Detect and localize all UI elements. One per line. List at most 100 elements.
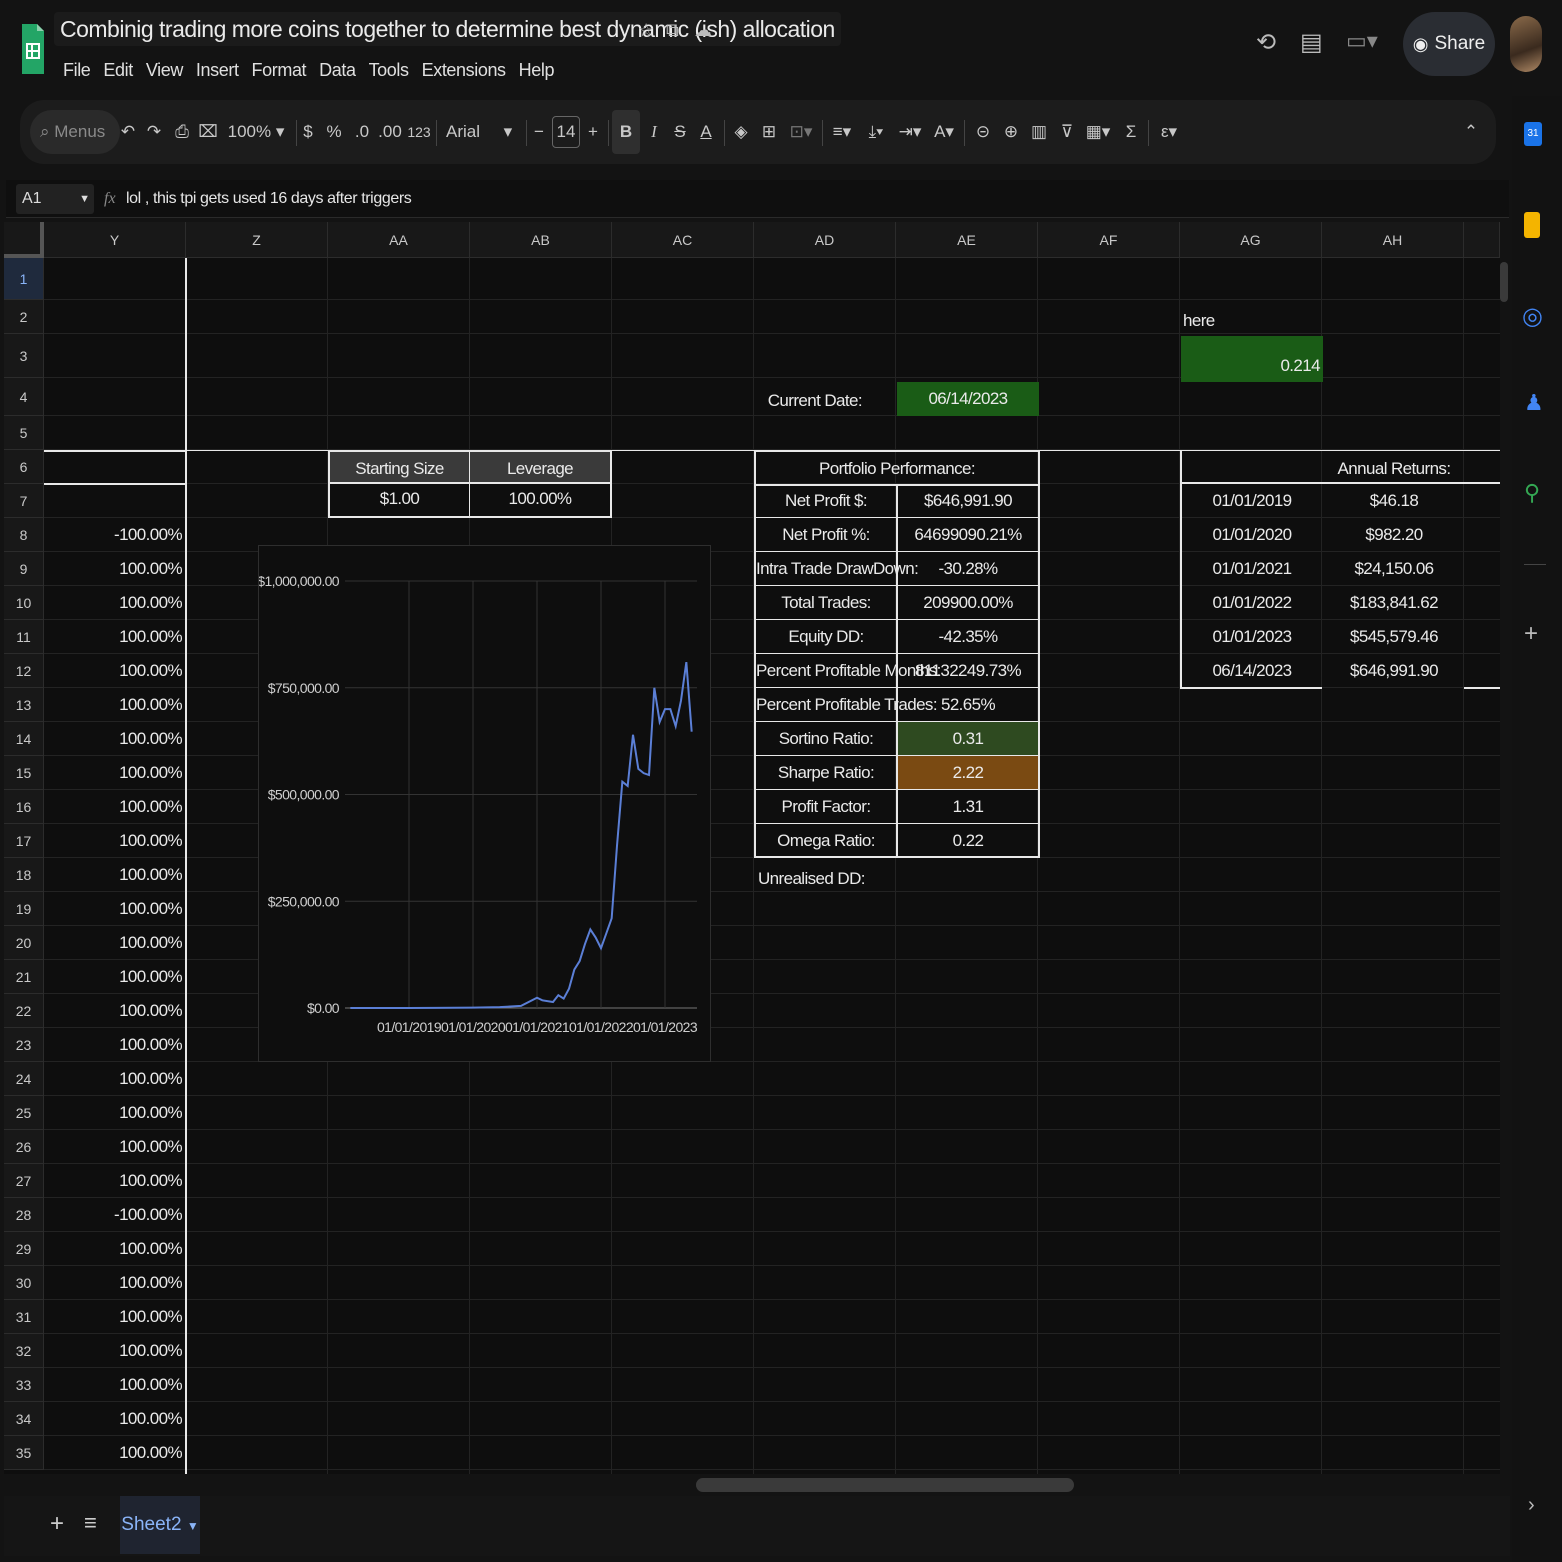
- merge-cells-icon[interactable]: ⊡▾: [784, 100, 818, 164]
- horizontal-scrollbar[interactable]: [696, 1478, 1074, 1492]
- expand-panel-icon[interactable]: ›: [1528, 1494, 1535, 1517]
- insert-link-icon[interactable]: ⊝: [970, 100, 996, 164]
- annual-value[interactable]: $24,150.06: [1324, 552, 1464, 586]
- y-cell[interactable]: 100.00%: [44, 1300, 185, 1334]
- annual-value[interactable]: $545,579.46: [1324, 620, 1464, 654]
- y-cell[interactable]: 100.00%: [44, 688, 185, 722]
- column-header[interactable]: AG: [1180, 222, 1322, 258]
- column-header[interactable]: AB: [470, 222, 612, 258]
- fill-color-icon[interactable]: ◈: [728, 100, 754, 164]
- y-cell[interactable]: -100.00%: [44, 518, 185, 552]
- avatar[interactable]: [1510, 16, 1542, 72]
- menu-extensions[interactable]: Extensions: [416, 56, 513, 84]
- menu-file[interactable]: File: [57, 56, 97, 84]
- print-icon[interactable]: ⎙: [170, 100, 194, 164]
- y-cell[interactable]: 100.00%: [44, 1096, 185, 1130]
- calendar-icon[interactable]: 31: [1524, 122, 1542, 146]
- portfolio-label[interactable]: Sortino Ratio:: [756, 722, 896, 756]
- portfolio-label[interactable]: Omega Ratio:: [756, 824, 896, 858]
- menus-search-input[interactable]: ⌕ Menus: [30, 110, 120, 154]
- row-header[interactable]: 3: [4, 334, 44, 378]
- y-cell[interactable]: 100.00%: [44, 1368, 185, 1402]
- portfolio-value[interactable]: 0.22: [898, 824, 1038, 858]
- menu-format[interactable]: Format: [246, 56, 314, 84]
- maps-icon[interactable]: ⚲: [1524, 480, 1540, 506]
- filter-views-icon[interactable]: ▦▾: [1082, 100, 1114, 164]
- row-header[interactable]: 12: [4, 654, 44, 688]
- y-cell[interactable]: 100.00%: [44, 1436, 185, 1470]
- text-color-icon[interactable]: A: [694, 100, 718, 164]
- all-sheets-icon[interactable]: ≡: [84, 1510, 97, 1536]
- row-header[interactable]: 7: [4, 484, 44, 518]
- meet-icon[interactable]: ▭▾: [1346, 28, 1378, 54]
- menu-insert[interactable]: Insert: [190, 56, 246, 84]
- row-header[interactable]: 5: [4, 416, 44, 450]
- text-wrap-icon[interactable]: ⇥▾: [894, 100, 926, 164]
- collapse-toolbar-icon[interactable]: ⌃: [1458, 100, 1484, 164]
- equity-chart[interactable]: $0.00 $250,000.00 $500,000.00 $750,000.00 $1…: [257, 545, 711, 1062]
- currency-format-button[interactable]: $: [298, 100, 318, 164]
- redo-icon[interactable]: ↷: [142, 100, 166, 164]
- y-cell[interactable]: 100.00%: [44, 552, 185, 586]
- row-header[interactable]: 24: [4, 1062, 44, 1096]
- row-header[interactable]: 35: [4, 1436, 44, 1470]
- annual-value[interactable]: $982.20: [1324, 518, 1464, 552]
- column-header[interactable]: AC: [612, 222, 754, 258]
- column-header[interactable]: AF: [1038, 222, 1180, 258]
- input-tools-icon[interactable]: ε▾: [1152, 100, 1186, 164]
- portfolio-value[interactable]: -30.28%: [898, 552, 1038, 586]
- keep-icon[interactable]: [1524, 212, 1540, 238]
- y-cell[interactable]: 100.00%: [44, 756, 185, 790]
- here-label[interactable]: here: [1183, 304, 1323, 338]
- portfolio-label[interactable]: Net Profit $:: [756, 484, 896, 518]
- font-size-decrease-icon[interactable]: −: [530, 100, 548, 164]
- star-icon[interactable]: ☆: [638, 20, 654, 41]
- increase-decimal-button[interactable]: .00: [376, 100, 404, 164]
- y-cell[interactable]: 100.00%: [44, 722, 185, 756]
- y-cell[interactable]: 100.00%: [44, 1164, 185, 1198]
- tasks-icon[interactable]: ◎: [1522, 302, 1543, 331]
- annual-date[interactable]: 01/01/2019: [1182, 484, 1322, 518]
- row-header[interactable]: 22: [4, 994, 44, 1028]
- portfolio-value[interactable]: $646,991.90: [898, 484, 1038, 518]
- row-header[interactable]: 26: [4, 1130, 44, 1164]
- annual-date[interactable]: 01/01/2021: [1182, 552, 1322, 586]
- row-header[interactable]: 6: [4, 450, 44, 484]
- row-header[interactable]: 34: [4, 1402, 44, 1436]
- portfolio-value[interactable]: -42.35%: [898, 620, 1038, 654]
- row-header[interactable]: 17: [4, 824, 44, 858]
- borders-icon[interactable]: ⊞: [756, 100, 782, 164]
- annual-date[interactable]: 06/14/2023: [1182, 654, 1322, 688]
- row-header[interactable]: 13: [4, 688, 44, 722]
- y-cell[interactable]: 100.00%: [44, 1062, 185, 1096]
- portfolio-label[interactable]: Sharpe Ratio:: [756, 756, 896, 790]
- y-cell[interactable]: 100.00%: [44, 1266, 185, 1300]
- strikethrough-icon[interactable]: S: [668, 100, 692, 164]
- contacts-icon[interactable]: ♟: [1524, 390, 1544, 416]
- y-cell[interactable]: 100.00%: [44, 1334, 185, 1368]
- version-history-icon[interactable]: ⟲: [1256, 28, 1276, 57]
- text-rotation-icon[interactable]: A▾: [928, 100, 960, 164]
- portfolio-header[interactable]: Portfolio Performance:: [756, 452, 1038, 486]
- column-header[interactable]: Z: [186, 222, 328, 258]
- starting-size-cell[interactable]: $1.00: [328, 484, 470, 518]
- column-header[interactable]: AH: [1322, 222, 1464, 258]
- y-cell[interactable]: 100.00%: [44, 892, 185, 926]
- unrealised-dd-label[interactable]: Unrealised DD:: [758, 862, 865, 896]
- starting-size-header[interactable]: Starting Size: [328, 450, 470, 484]
- row-header[interactable]: 23: [4, 1028, 44, 1062]
- portfolio-value[interactable]: 52.65%: [898, 688, 1038, 722]
- percent-format-button[interactable]: %: [324, 100, 344, 164]
- italic-button[interactable]: I: [642, 100, 666, 164]
- share-button[interactable]: ◉ Share: [1403, 12, 1495, 76]
- move-folder-icon[interactable]: ⧉: [666, 20, 679, 41]
- vertical-scrollbar[interactable]: [1500, 262, 1508, 302]
- font-select[interactable]: Arial ▾: [440, 100, 520, 164]
- select-all-corner[interactable]: [4, 222, 44, 258]
- y-cell[interactable]: 100.00%: [44, 824, 185, 858]
- portfolio-label[interactable]: Equity DD:: [756, 620, 896, 654]
- column-header[interactable]: Y: [44, 222, 186, 258]
- row-header[interactable]: 33: [4, 1368, 44, 1402]
- portfolio-label[interactable]: Intra Trade DrawDown:: [756, 552, 919, 586]
- row-header[interactable]: 19: [4, 892, 44, 926]
